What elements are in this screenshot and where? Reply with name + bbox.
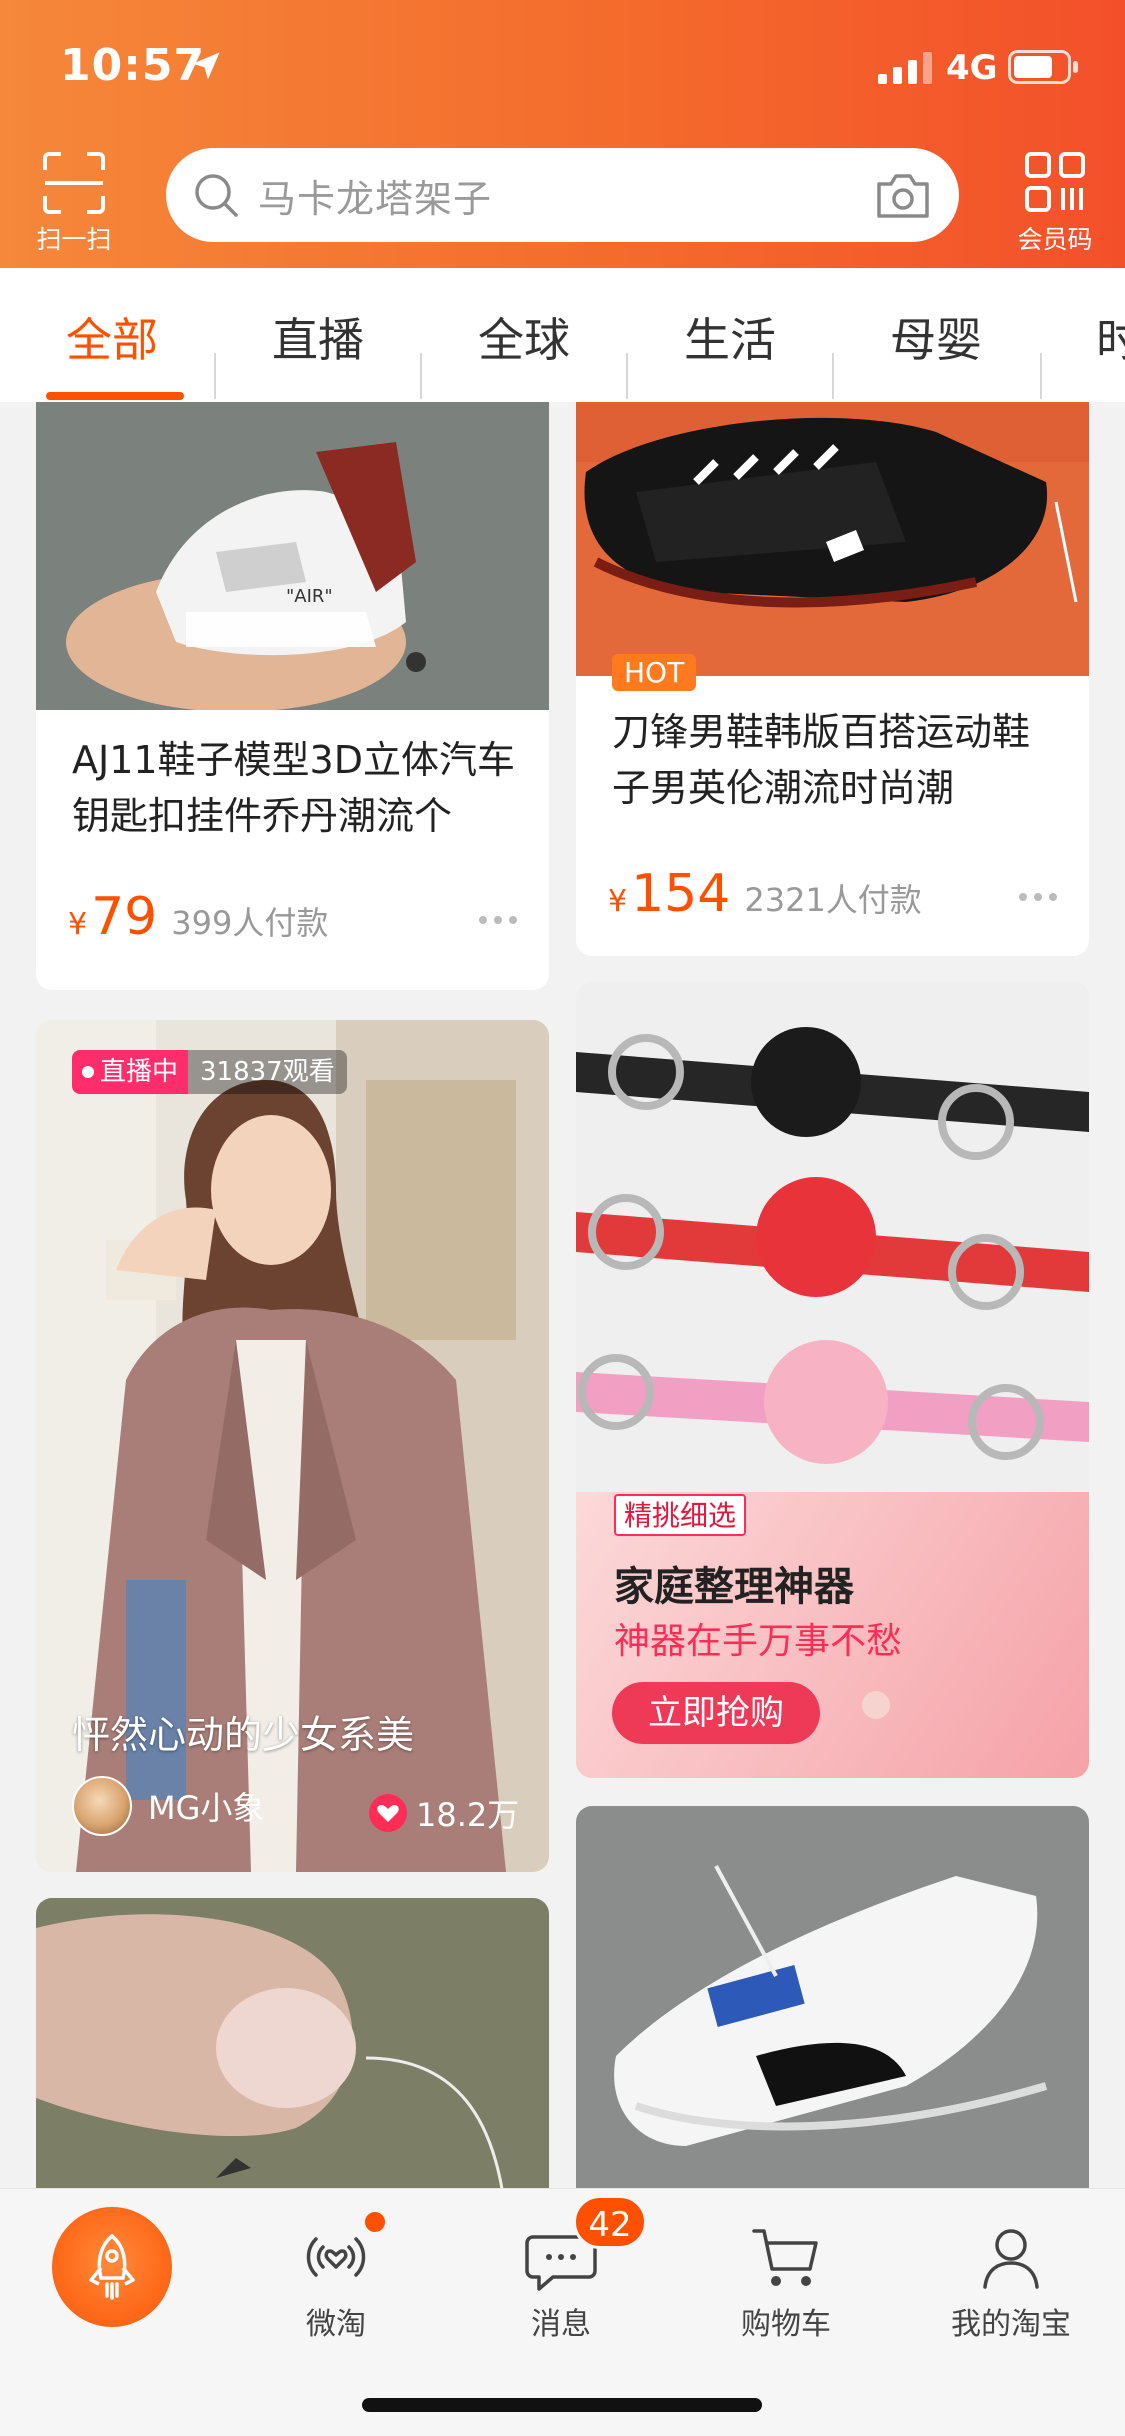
tab-all[interactable]: 全部 [66, 304, 158, 370]
shopping-cart-icon [752, 2229, 818, 2286]
streamer-name: MG小象 [148, 1789, 265, 1827]
more-options-icon[interactable] [478, 915, 518, 925]
product-card[interactable]: "AIR" AJ11鞋子模型3D立体汽车钥匙扣挂件乔丹潮流个 ¥ 79 399人… [36, 402, 549, 990]
battery-icon [1008, 50, 1078, 84]
live-stream-card[interactable]: 直播中 31837观看 怦然心动的少女系美 MG小象 18.2万 [36, 1020, 549, 1872]
member-code-button[interactable]: 会员码 [1000, 150, 1110, 260]
tab-live[interactable]: 直播 [272, 304, 364, 370]
promo-subtitle: 神器在手万事不愁 [614, 1621, 903, 1662]
live-indicator: 直播中 [72, 1050, 189, 1094]
tab-separator [626, 353, 628, 399]
home-tab-button[interactable] [52, 2207, 172, 2327]
tab-my-taobao[interactable]: 我的淘宝 [921, 2217, 1101, 2343]
tab-fashion[interactable]: 时 [1096, 304, 1125, 370]
sold-count: 399人付款 [171, 904, 329, 942]
tab-baby[interactable]: 母婴 [890, 304, 982, 370]
location-arrow-icon [192, 52, 220, 80]
sold-count: 2321人付款 [744, 881, 922, 919]
category-tabs: 全部 直播 全球 生活 母婴 时 [0, 268, 1125, 402]
avatar [72, 1776, 132, 1836]
tab-separator [1040, 353, 1042, 399]
viewer-count: 31837观看 [188, 1050, 347, 1094]
status-time: 10:57 [60, 40, 206, 91]
product-price: 154 [631, 864, 731, 924]
currency-symbol: ¥ [68, 907, 88, 942]
price-row: ¥ 79 399人付款 [68, 887, 328, 947]
search-icon [195, 174, 238, 217]
likes-value: 18.2万 [416, 1796, 520, 1834]
qr-code-icon [1025, 152, 1085, 212]
rocket-icon [89, 2233, 135, 2300]
header: 10:57 4G 扫一扫 马卡龙塔架子 会员码 [0, 0, 1125, 268]
taobao-home-screen: 10:57 4G 扫一扫 马卡龙塔架子 会员码 全部 直播 全球 生活 母婴 时… [0, 0, 1125, 2436]
camera-icon[interactable] [875, 170, 931, 220]
tab-messages[interactable]: 消息 42 [471, 2195, 651, 2343]
scan-icon [43, 152, 105, 214]
tab-global[interactable]: 全球 [478, 304, 570, 370]
product-card[interactable]: HOT 刀锋男鞋韩版百搭运动鞋子男英伦潮流时尚潮 ¥ 154 2321人付款 [576, 402, 1089, 956]
promo-card[interactable]: 精挑细选 家庭整理神器 神器在手万事不愁 立即抢购 [576, 982, 1089, 1778]
product-price: 79 [91, 887, 158, 947]
live-dot-icon [82, 1066, 94, 1078]
product-feed[interactable]: "AIR" AJ11鞋子模型3D立体汽车钥匙扣挂件乔丹潮流个 ¥ 79 399人… [0, 402, 1125, 2188]
promo-badge: 精挑细选 [614, 1494, 747, 1536]
tab-separator [214, 353, 216, 399]
live-label: 直播中 [100, 1057, 179, 1087]
tab-life[interactable]: 生活 [684, 304, 776, 370]
promo-title: 家庭整理神器 [614, 1564, 854, 1610]
hot-badge: HOT [612, 654, 697, 691]
streamer[interactable]: MG小象 [72, 1776, 264, 1836]
product-image [576, 1806, 1089, 2188]
like-count[interactable]: 18.2万 [368, 1790, 519, 1836]
status-bar: 10:57 4G [0, 0, 1125, 140]
member-code-label: 会员码 [1017, 225, 1093, 254]
search-placeholder: 马卡龙塔架子 [258, 176, 493, 221]
product-title: AJ11鞋子模型3D立体汽车钥匙扣挂件乔丹潮流个 [72, 738, 515, 838]
more-options-icon[interactable] [1018, 892, 1058, 902]
product-image: "AIR" [36, 402, 549, 710]
currency-symbol: ¥ [608, 884, 628, 919]
product-image [576, 402, 1089, 676]
svg-text:"AIR": "AIR" [286, 586, 333, 607]
tab-label: 我的淘宝 [951, 2307, 1071, 2342]
tab-separator [420, 353, 422, 399]
tab-weitao[interactable]: 微淘 [246, 2209, 426, 2343]
tab-cart[interactable]: 购物车 [696, 2217, 876, 2343]
tab-label: 微淘 [306, 2307, 366, 2342]
network-type: 4G [946, 48, 998, 88]
active-tab-indicator [46, 392, 184, 400]
tab-label: 购物车 [741, 2307, 831, 2342]
heart-icon [369, 1794, 407, 1832]
tab-label: 消息 [531, 2307, 591, 2342]
scan-label: 扫一扫 [36, 225, 112, 254]
buy-now-button[interactable]: 立即抢购 [612, 1682, 820, 1744]
signal-icon [878, 52, 932, 84]
search-bar[interactable]: 马卡龙塔架子 [166, 148, 959, 242]
scan-button[interactable]: 扫一扫 [24, 146, 124, 256]
home-indicator[interactable] [362, 2398, 762, 2412]
user-profile-icon [983, 2229, 1039, 2289]
message-count-badge: 42 [573, 2195, 647, 2249]
notification-dot [362, 2209, 388, 2235]
product-image [36, 1898, 549, 2188]
tab-separator [832, 353, 834, 399]
product-card[interactable] [576, 1806, 1089, 2188]
product-title: 刀锋男鞋韩版百搭运动鞋子男英伦潮流时尚潮 [612, 710, 1031, 810]
product-card[interactable] [36, 1898, 549, 2188]
live-title: 怦然心动的少女系美 [72, 1713, 415, 1757]
price-row: ¥ 154 2321人付款 [608, 864, 922, 924]
live-tag: 直播中 31837观看 [72, 1050, 347, 1094]
